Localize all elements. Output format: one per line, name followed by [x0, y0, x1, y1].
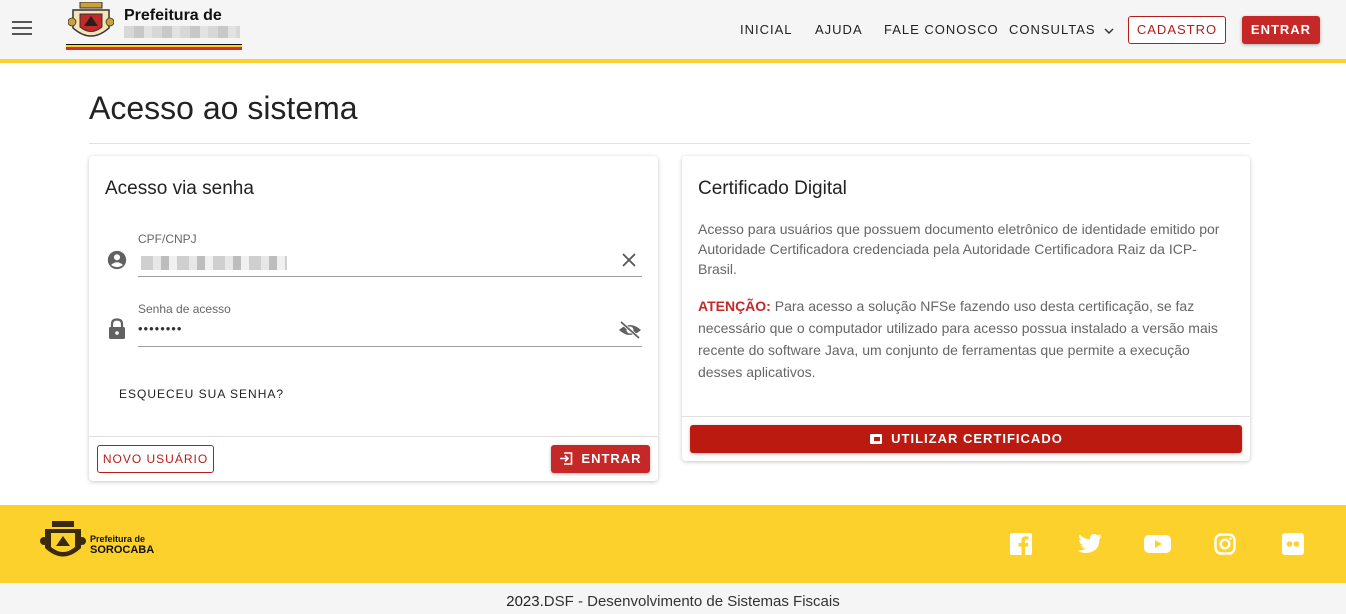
clear-icon[interactable]	[621, 252, 637, 268]
account-circle-icon	[107, 250, 127, 270]
footer-logo[interactable]: Prefeitura de SOROCABA	[40, 521, 170, 567]
login-icon	[560, 452, 573, 465]
city-crest-icon	[68, 2, 114, 37]
password-underline	[138, 346, 642, 347]
logo-stripe	[66, 44, 242, 50]
cadastro-button[interactable]: CADASTRO	[1128, 16, 1226, 44]
password-label: Senha de acesso	[138, 302, 231, 316]
footer-logo-city: SOROCABA	[90, 544, 155, 556]
cpf-underline	[138, 276, 642, 277]
lock-icon	[109, 318, 125, 339]
header-entrar-button[interactable]: ENTRAR	[1242, 16, 1320, 44]
prefeitura-logo[interactable]: Prefeitura de	[66, 2, 242, 52]
certificate-description: Acesso para usuários que possuem documen…	[698, 221, 1220, 277]
login-card-title: Acesso via senha	[105, 178, 254, 199]
nav-consultas-label: CONSULTAS	[1009, 22, 1096, 37]
menu-icon[interactable]	[12, 21, 34, 39]
cpf-input[interactable]	[141, 256, 287, 270]
use-certificate-button[interactable]: UTILIZAR CERTIFICADO	[690, 425, 1242, 453]
forgot-password-link[interactable]: ESQUECEU SUA SENHA?	[119, 387, 284, 401]
footer: Prefeitura de SOROCABA	[0, 505, 1346, 583]
top-app-bar: Prefeitura de INICIAL AJUDA FALE CONOSCO…	[0, 0, 1346, 63]
youtube-icon[interactable]	[1144, 533, 1171, 555]
login-submit-button[interactable]: ENTRAR	[551, 445, 650, 473]
password-input[interactable]: ••••••••	[138, 321, 182, 336]
certificate-attention: ATENÇÃO: Para acesso a solução NFSe faze…	[698, 295, 1232, 383]
page-title: Acesso ao sistema	[89, 90, 358, 126]
certificate-icon	[870, 433, 883, 444]
twitter-icon[interactable]	[1077, 533, 1103, 555]
new-user-button[interactable]: NOVO USUÁRIO	[97, 445, 214, 473]
logo-city-redacted	[124, 26, 240, 38]
attention-text: Para acesso a solução NFSe fazendo uso d…	[698, 298, 1218, 380]
footer-crest-icon	[40, 521, 86, 557]
instagram-icon[interactable]	[1214, 533, 1236, 555]
nav-inicial[interactable]: INICIAL	[740, 16, 793, 44]
login-card: Acesso via senha CPF/CNPJ Senha de acess…	[89, 156, 658, 481]
nav-consultas[interactable]: CONSULTAS	[1009, 16, 1114, 44]
title-divider	[89, 143, 1250, 144]
copyright-text: DSF - Desenvolvimento de Sistemas Fiscai…	[543, 593, 840, 610]
login-card-divider	[89, 436, 658, 437]
certificate-card-divider	[682, 416, 1250, 417]
copyright-bar: 2023.DSF - Desenvolvimento de Sistemas F…	[0, 583, 1346, 614]
footer-logo-title: Prefeitura de	[90, 534, 146, 544]
attention-label: ATENÇÃO:	[698, 298, 771, 314]
copyright-year: 2023.	[506, 593, 544, 610]
certificate-card-title: Certificado Digital	[698, 178, 847, 199]
facebook-icon[interactable]	[1010, 533, 1032, 555]
nav-ajuda[interactable]: AJUDA	[815, 16, 863, 44]
flickr-icon[interactable]	[1282, 533, 1304, 555]
certificate-card: Certificado Digital Acesso para usuários…	[682, 156, 1250, 461]
use-certificate-label: UTILIZAR CERTIFICADO	[891, 431, 1063, 446]
nav-fale-conosco[interactable]: FALE CONOSCO	[884, 16, 999, 44]
visibility-off-icon[interactable]	[618, 320, 642, 340]
logo-title: Prefeitura de	[124, 7, 222, 24]
login-submit-label: ENTRAR	[581, 451, 642, 466]
cpf-label: CPF/CNPJ	[138, 232, 197, 246]
chevron-down-icon	[1104, 28, 1114, 34]
